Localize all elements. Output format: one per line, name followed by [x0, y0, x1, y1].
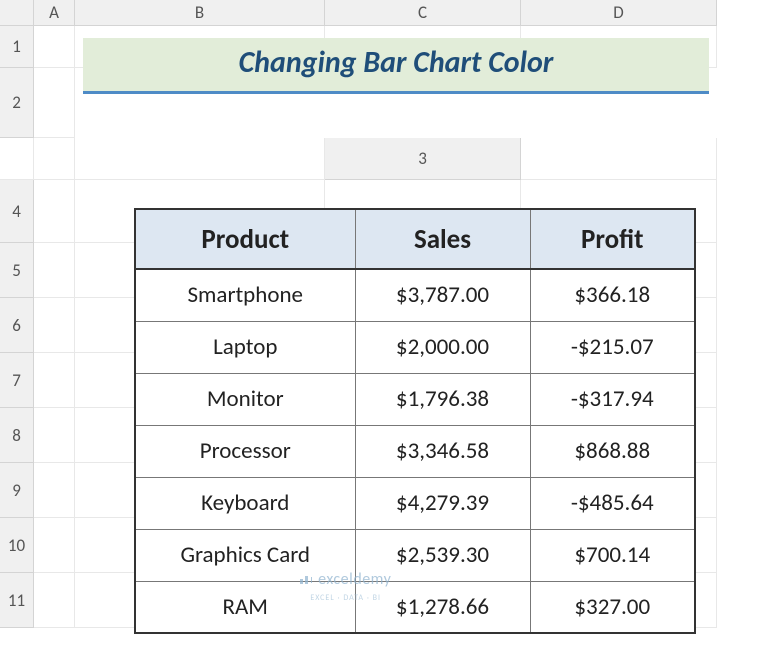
col-header-D[interactable]: D — [521, 0, 717, 26]
cell-A1[interactable] — [34, 26, 75, 68]
row-header-6[interactable]: 6 — [0, 298, 34, 353]
cell-product[interactable]: Processor — [135, 425, 355, 477]
select-all-corner[interactable] — [0, 0, 34, 26]
cell-A7[interactable] — [34, 353, 75, 408]
table-header-row: Product Sales Profit — [135, 209, 695, 269]
row-header-2[interactable]: 2 — [0, 68, 34, 138]
table-row: Monitor $1,796.38 -$317.94 — [135, 373, 695, 425]
cell-product[interactable]: Smartphone — [135, 269, 355, 321]
cell-product[interactable]: Graphics Card — [135, 529, 355, 581]
page-title: Changing Bar Chart Color — [83, 38, 709, 94]
cell-A10[interactable] — [34, 518, 75, 573]
table-row: Smartphone $3,787.00 $366.18 — [135, 269, 695, 321]
cell-profit[interactable]: $327.00 — [530, 581, 695, 633]
row-header-9[interactable]: 9 — [0, 463, 34, 518]
col-header-C[interactable]: C — [325, 0, 521, 26]
table-row: Laptop $2,000.00 -$215.07 — [135, 321, 695, 373]
cell-sales[interactable]: $3,787.00 — [355, 269, 530, 321]
row-header-7[interactable]: 7 — [0, 353, 34, 408]
cell-A9[interactable] — [34, 463, 75, 518]
header-sales[interactable]: Sales — [355, 209, 530, 269]
row-header-1[interactable]: 1 — [0, 26, 34, 68]
row-header-8[interactable]: 8 — [0, 408, 34, 463]
row-header-11[interactable]: 11 — [0, 573, 34, 628]
cell-sales[interactable]: $4,279.39 — [355, 477, 530, 529]
cell-profit[interactable]: -$317.94 — [530, 373, 695, 425]
col-header-B[interactable]: B — [75, 0, 325, 26]
cell-sales[interactable]: $3,346.58 — [355, 425, 530, 477]
col-header-A[interactable]: A — [34, 0, 75, 26]
cell-profit[interactable]: $366.18 — [530, 269, 695, 321]
row-header-4[interactable]: 4 — [0, 180, 34, 243]
cell-A4[interactable] — [34, 180, 75, 243]
cell-product[interactable]: Monitor — [135, 373, 355, 425]
cell-sales[interactable]: $2,539.30 — [355, 529, 530, 581]
cell-A5[interactable] — [34, 243, 75, 298]
cell-profit[interactable]: $868.88 — [530, 425, 695, 477]
row-header-5[interactable]: 5 — [0, 243, 34, 298]
cell-product[interactable]: Laptop — [135, 321, 355, 373]
cell-D2[interactable] — [75, 138, 325, 180]
title-merged-cell[interactable]: Changing Bar Chart Color — [75, 68, 717, 138]
cell-A8[interactable] — [34, 408, 75, 463]
cell-product[interactable]: RAM — [135, 581, 355, 633]
cell-sales[interactable]: $1,278.66 — [355, 581, 530, 633]
table-body: Smartphone $3,787.00 $366.18 Laptop $2,0… — [135, 269, 695, 633]
table-row: Processor $3,346.58 $868.88 — [135, 425, 695, 477]
cell-A11[interactable] — [34, 573, 75, 628]
table-row: Graphics Card $2,539.30 $700.14 — [135, 529, 695, 581]
cell-A6[interactable] — [34, 298, 75, 353]
cell-sales[interactable]: $2,000.00 — [355, 321, 530, 373]
cell-C2[interactable] — [34, 138, 75, 180]
cell-A3[interactable] — [521, 138, 717, 180]
row-header-10[interactable]: 10 — [0, 518, 34, 573]
table-row: Keyboard $4,279.39 -$485.64 — [135, 477, 695, 529]
cell-profit[interactable]: -$485.64 — [530, 477, 695, 529]
data-table: Product Sales Profit Smartphone $3,787.0… — [134, 208, 696, 634]
table-row: RAM $1,278.66 $327.00 — [135, 581, 695, 633]
cell-profit[interactable]: $700.14 — [530, 529, 695, 581]
header-profit[interactable]: Profit — [530, 209, 695, 269]
cell-sales[interactable]: $1,796.38 — [355, 373, 530, 425]
cell-profit[interactable]: -$215.07 — [530, 321, 695, 373]
row-header-3[interactable]: 3 — [325, 138, 521, 180]
cell-product[interactable]: Keyboard — [135, 477, 355, 529]
cell-A2[interactable] — [34, 68, 75, 138]
cell-B2[interactable] — [0, 138, 34, 180]
header-product[interactable]: Product — [135, 209, 355, 269]
